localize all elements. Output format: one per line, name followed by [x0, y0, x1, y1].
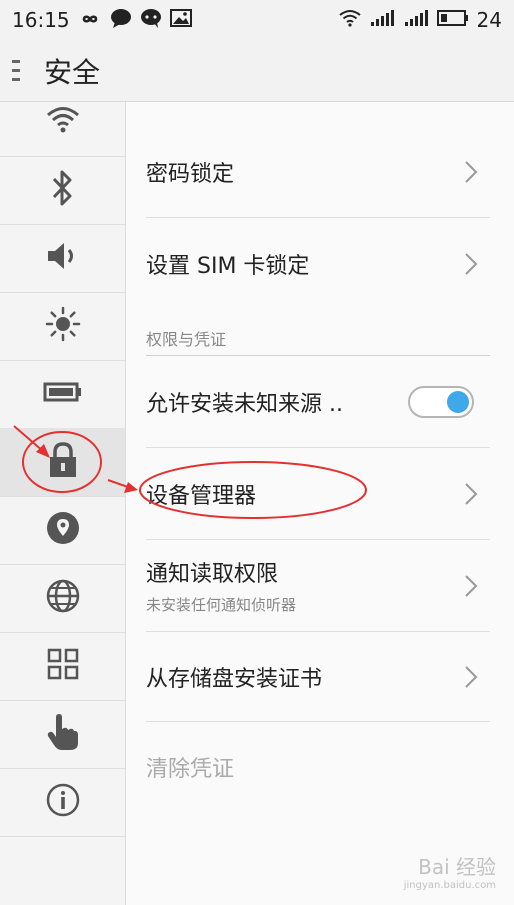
lock-icon	[47, 441, 79, 483]
chevron-right-icon	[465, 574, 478, 597]
row-text: 密码锁定	[146, 156, 462, 188]
info-icon	[46, 783, 80, 821]
watermark-sub: jingyan.baidu.com	[403, 880, 496, 891]
image-icon	[169, 9, 192, 31]
row-text: 通知读取权限 未安装任何通知侦听器	[146, 556, 462, 615]
row-text: 清除凭证	[146, 751, 490, 783]
battery-level: 24	[476, 8, 502, 32]
hand-pointer-icon	[46, 713, 80, 755]
sidebar	[0, 102, 126, 905]
install-certificate-label: 从存储盘安装证书	[146, 666, 323, 692]
sidebar-item-wifi[interactable]	[0, 88, 125, 157]
chevron-right-icon	[465, 253, 478, 275]
clear-credentials-item[interactable]: 清除凭证	[146, 722, 490, 812]
battery-icon	[436, 9, 469, 31]
location-icon	[45, 510, 81, 550]
settings-panel: 密码锁定 设置 SIM 卡锁定 权限与凭证 允许安装未知来源 .. 设备管理器 …	[126, 102, 514, 905]
password-lock-label: 密码锁定	[146, 161, 235, 187]
chevron-right-icon	[465, 665, 478, 688]
sidebar-item-battery[interactable]	[0, 360, 125, 429]
sidebar-item-bluetooth[interactable]	[0, 156, 125, 225]
notification-access-label: 通知读取权限	[146, 562, 279, 587]
password-lock-item[interactable]: 密码锁定	[146, 126, 490, 218]
section-header-permissions: 权限与凭证	[146, 320, 490, 356]
sim-lock-item[interactable]: 设置 SIM 卡锁定	[146, 218, 490, 310]
chevron-right-icon	[465, 482, 478, 505]
sidebar-item-sound[interactable]	[0, 224, 125, 293]
sidebar-item-security[interactable]	[0, 428, 125, 497]
chat-bubble-icon	[110, 8, 132, 32]
battery-icon	[43, 380, 83, 408]
apps-grid-icon	[47, 648, 79, 684]
sidebar-item-about[interactable]	[0, 768, 125, 837]
watermark-text: Bai 经验	[418, 855, 496, 879]
unknown-sources-item[interactable]: 允许安装未知来源 ..	[146, 356, 490, 448]
volume-icon	[45, 240, 81, 276]
page-title: 安全	[44, 55, 101, 89]
status-bar: 16:15 24	[0, 0, 514, 40]
chevron-right-icon	[465, 160, 478, 183]
row-text: 从存储盘安装证书	[146, 661, 462, 693]
status-time: 16:15	[12, 8, 70, 32]
unknown-sources-label: 允许安装未知来源 ..	[146, 391, 343, 417]
status-left: 16:15	[12, 8, 192, 32]
row-text: 设置 SIM 卡锁定	[146, 248, 462, 280]
wifi-icon	[338, 9, 361, 31]
watermark: Bai 经验 jingyan.baidu.com	[404, 851, 496, 891]
wechat-icon	[140, 8, 162, 32]
sidebar-item-display[interactable]	[0, 292, 125, 361]
drawer-menu-icon[interactable]	[12, 57, 28, 85]
wifi-icon	[46, 105, 80, 139]
bluetooth-icon	[50, 169, 76, 211]
device-admin-item[interactable]: 设备管理器	[146, 448, 490, 540]
signal-icon	[403, 9, 429, 31]
status-right: 24	[338, 8, 502, 32]
install-certificate-item[interactable]: 从存储盘安装证书	[146, 632, 490, 722]
sidebar-item-gestures[interactable]	[0, 700, 125, 769]
notification-access-sublabel: 未安装任何通知侦听器	[146, 596, 297, 614]
sidebar-item-network[interactable]	[0, 564, 125, 633]
toggle-knob	[447, 390, 469, 413]
sim-lock-label: 设置 SIM 卡锁定	[146, 254, 310, 279]
sidebar-item-apps[interactable]	[0, 632, 125, 701]
infinity-icon	[78, 11, 102, 30]
unknown-sources-toggle[interactable]	[408, 385, 474, 418]
brightness-icon	[43, 304, 83, 348]
signal-icon	[369, 9, 395, 31]
clear-credentials-label: 清除凭证	[146, 757, 235, 782]
device-admin-label: 设备管理器	[146, 483, 257, 509]
notification-access-item[interactable]: 通知读取权限 未安装任何通知侦听器	[146, 540, 490, 632]
row-text: 允许安装未知来源 ..	[146, 386, 408, 418]
row-text: 设备管理器	[146, 478, 462, 510]
sidebar-item-location[interactable]	[0, 496, 125, 565]
globe-icon	[45, 578, 81, 618]
